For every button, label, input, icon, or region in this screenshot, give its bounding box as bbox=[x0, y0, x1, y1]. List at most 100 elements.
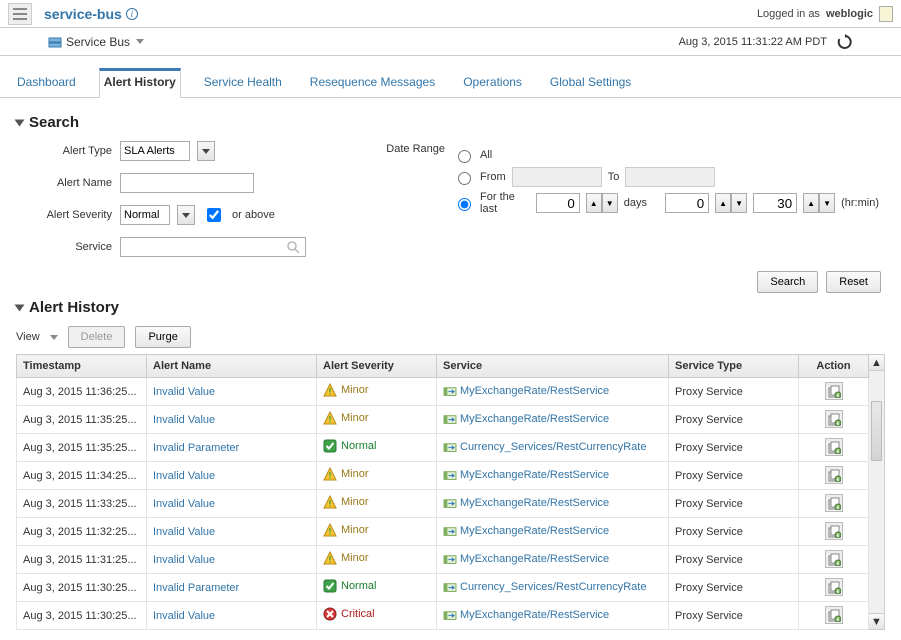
table-row: Aug 3, 2015 11:35:25... Invalid Parameter… bbox=[17, 434, 869, 462]
service-link[interactable]: MyExchangeRate/RestService bbox=[460, 553, 609, 565]
alert-name-link[interactable]: Invalid Value bbox=[153, 554, 215, 566]
breadcrumb-dropdown-icon[interactable] bbox=[136, 39, 144, 44]
severity-icon bbox=[323, 579, 337, 593]
disclosure-search-icon[interactable] bbox=[15, 119, 25, 126]
tab-resequence-messages[interactable]: Resequence Messages bbox=[305, 68, 440, 97]
alert-name-link[interactable]: Invalid Value bbox=[153, 414, 215, 426]
alert-severity-dropdown-icon[interactable] bbox=[177, 205, 195, 225]
date-range-all-radio[interactable] bbox=[458, 150, 471, 163]
reset-button[interactable]: Reset bbox=[826, 271, 881, 293]
service-link[interactable]: MyExchangeRate/RestService bbox=[460, 469, 609, 481]
menu-toggle[interactable] bbox=[8, 3, 32, 25]
cell-timestamp: Aug 3, 2015 11:32:25... bbox=[17, 518, 147, 546]
purge-button[interactable]: Purge bbox=[135, 326, 190, 348]
action-button[interactable] bbox=[825, 410, 843, 428]
alert-name-link[interactable]: Invalid Value bbox=[153, 470, 215, 482]
service-link[interactable]: MyExchangeRate/RestService bbox=[460, 413, 609, 425]
notes-icon[interactable] bbox=[879, 6, 893, 22]
action-button[interactable] bbox=[825, 578, 843, 596]
service-icon bbox=[443, 414, 457, 426]
alert-name-link[interactable]: Invalid Value bbox=[153, 386, 215, 398]
history-section-title: Alert History bbox=[29, 299, 119, 316]
service-icon bbox=[443, 582, 457, 594]
service-bus-icon bbox=[48, 35, 62, 49]
service-link[interactable]: MyExchangeRate/RestService bbox=[460, 609, 609, 621]
hours-down[interactable]: ▼ bbox=[731, 193, 747, 213]
action-button[interactable] bbox=[825, 382, 843, 400]
scroll-up-icon[interactable]: ▲ bbox=[869, 355, 884, 371]
action-button[interactable] bbox=[825, 466, 843, 484]
info-icon[interactable]: i bbox=[126, 8, 138, 20]
hrmin-label: (hr:min) bbox=[841, 197, 879, 209]
column-header[interactable]: Timestamp bbox=[17, 355, 147, 378]
minutes-input[interactable] bbox=[753, 193, 797, 213]
tab-alert-history[interactable]: Alert History bbox=[99, 68, 181, 98]
scroll-thumb[interactable] bbox=[871, 401, 882, 461]
table-row: Aug 3, 2015 11:30:25...Invalid Parameter… bbox=[17, 574, 869, 602]
table-row: Aug 3, 2015 11:33:25...Invalid ValueMino… bbox=[17, 490, 869, 518]
action-button[interactable] bbox=[825, 550, 843, 568]
hours-up[interactable]: ▲ bbox=[715, 193, 731, 213]
cell-service-type: Proxy Service bbox=[669, 490, 799, 518]
alert-type-dropdown-icon[interactable] bbox=[197, 141, 215, 161]
alert-name-link[interactable]: Invalid Parameter bbox=[153, 582, 239, 594]
alert-severity-label: Alert Severity bbox=[22, 209, 112, 221]
days-up[interactable]: ▲ bbox=[586, 193, 602, 213]
alert-name-link[interactable]: Invalid Value bbox=[153, 498, 215, 510]
alert-type-label: Alert Type bbox=[22, 145, 112, 157]
action-button[interactable] bbox=[825, 606, 843, 624]
cell-timestamp: Aug 3, 2015 11:30:25... bbox=[17, 602, 147, 630]
alert-name-link[interactable]: Invalid Parameter bbox=[153, 442, 239, 454]
severity-cell: Minor bbox=[323, 467, 369, 481]
column-header[interactable]: Alert Severity bbox=[317, 355, 437, 378]
date-from-input bbox=[512, 167, 602, 187]
column-header[interactable]: Service Type bbox=[669, 355, 799, 378]
date-range-last-radio[interactable] bbox=[458, 198, 471, 211]
minutes-down[interactable]: ▼ bbox=[819, 193, 835, 213]
service-link[interactable]: MyExchangeRate/RestService bbox=[460, 385, 609, 397]
cell-service-type: Proxy Service bbox=[669, 462, 799, 490]
tab-service-health[interactable]: Service Health bbox=[199, 68, 287, 97]
action-button[interactable] bbox=[825, 522, 843, 540]
service-link[interactable]: Currency_Services/RestCurrencyRate bbox=[460, 441, 646, 453]
view-menu[interactable]: View bbox=[16, 331, 58, 343]
hours-input[interactable] bbox=[665, 193, 709, 213]
action-icon bbox=[827, 496, 841, 510]
action-button[interactable] bbox=[825, 438, 843, 456]
cell-timestamp: Aug 3, 2015 11:36:25... bbox=[17, 378, 147, 406]
column-header[interactable]: Alert Name bbox=[147, 355, 317, 378]
or-above-checkbox[interactable] bbox=[207, 208, 221, 222]
minutes-up[interactable]: ▲ bbox=[803, 193, 819, 213]
days-down[interactable]: ▼ bbox=[602, 193, 618, 213]
refresh-icon[interactable] bbox=[837, 34, 853, 50]
search-button[interactable]: Search bbox=[757, 271, 818, 293]
scroll-down-icon[interactable]: ▼ bbox=[869, 613, 884, 629]
breadcrumb[interactable]: Service Bus bbox=[66, 35, 130, 49]
action-button[interactable] bbox=[825, 494, 843, 512]
column-header[interactable]: Service bbox=[437, 355, 669, 378]
days-input[interactable] bbox=[536, 193, 580, 213]
date-range-all-label: All bbox=[480, 149, 492, 161]
tab-global-settings[interactable]: Global Settings bbox=[545, 68, 636, 97]
scrollbar[interactable]: ▲ ▼ bbox=[869, 354, 885, 630]
table-row: Aug 3, 2015 11:32:25...Invalid ValueMino… bbox=[17, 518, 869, 546]
alert-severity-select[interactable] bbox=[120, 205, 170, 225]
service-link[interactable]: Currency_Services/RestCurrencyRate bbox=[460, 581, 646, 593]
date-range-from-radio[interactable] bbox=[458, 172, 471, 185]
alert-name-link[interactable]: Invalid Value bbox=[153, 526, 215, 538]
service-input[interactable] bbox=[120, 237, 306, 257]
column-header[interactable]: Action bbox=[799, 355, 869, 378]
tab-operations[interactable]: Operations bbox=[458, 68, 527, 97]
service-link[interactable]: MyExchangeRate/RestService bbox=[460, 525, 609, 537]
tab-dashboard[interactable]: Dashboard bbox=[12, 68, 81, 97]
service-label: Service bbox=[22, 241, 112, 253]
alert-name-link[interactable]: Invalid Value bbox=[153, 610, 215, 622]
disclosure-history-icon[interactable] bbox=[15, 304, 25, 311]
alert-name-input[interactable] bbox=[120, 173, 254, 193]
alert-type-select[interactable] bbox=[120, 141, 190, 161]
date-to-input bbox=[625, 167, 715, 187]
cell-timestamp: Aug 3, 2015 11:35:25... bbox=[17, 434, 147, 462]
service-link[interactable]: MyExchangeRate/RestService bbox=[460, 497, 609, 509]
search-icon[interactable] bbox=[286, 240, 300, 254]
severity-cell: Minor bbox=[323, 551, 369, 565]
